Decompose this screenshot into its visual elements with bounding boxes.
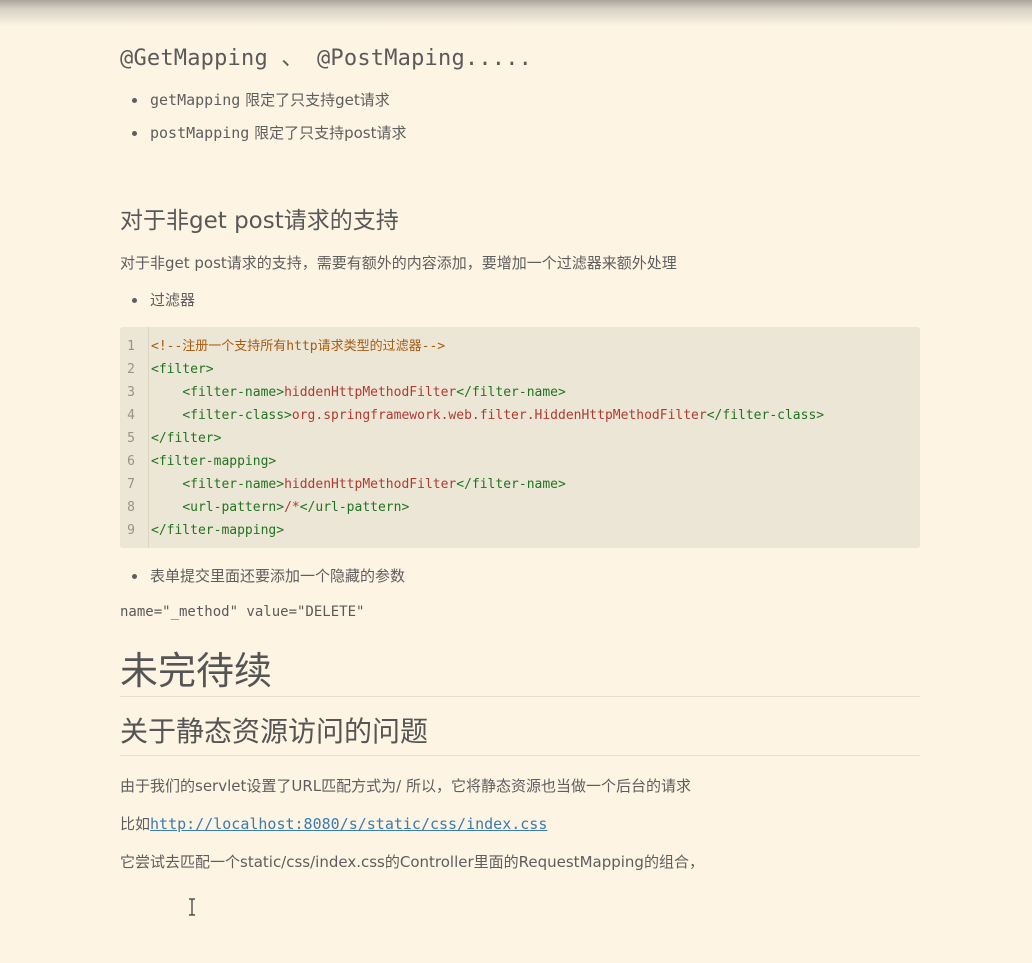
example-paragraph: 比如http://localhost:8080/s/static/css/ind…: [120, 813, 547, 834]
code-token: </filter-mapping>: [151, 523, 285, 538]
line-number: 8: [127, 500, 135, 515]
code-token: </url-pattern>: [299, 500, 410, 515]
code-line: 8 <url-pattern>/*</url-pattern>: [120, 496, 920, 519]
code-token: <filter-class>: [182, 408, 292, 423]
line-number: 4: [127, 408, 135, 423]
code-line: 2 <filter>: [120, 358, 920, 381]
code-token: </filter-name>: [456, 385, 566, 400]
code-line: 4 <filter-class>org.springframework.web.…: [120, 404, 920, 427]
code-token: hiddenHttpMethodFilter: [284, 477, 457, 492]
code-block[interactable]: 1 <!--注册一个支持所有http请求类型的过滤器--> 2 <filter> 3 <…: [120, 327, 920, 548]
inline-code: postMapping: [150, 124, 250, 142]
code-token: <!--注册一个支持所有http请求类型的过滤器-->: [151, 339, 446, 354]
code-line: 1 <!--注册一个支持所有http请求类型的过滤器-->: [120, 335, 920, 358]
line-number: 9: [127, 523, 135, 538]
list-item: 表单提交里面还要添加一个隐藏的参数: [120, 565, 405, 598]
code-token: hiddenHttpMethodFilter: [284, 385, 457, 400]
heading-divider: [120, 696, 920, 697]
list-item: postMapping 限定了只支持post请求: [120, 122, 407, 155]
heading-divider: [120, 755, 920, 756]
list-item-text: 限定了只支持get请求: [240, 91, 390, 109]
code-line: 7 <filter-name>hiddenHttpMethodFilter</f…: [120, 473, 920, 496]
list-item-text: 限定了只支持post请求: [249, 124, 407, 142]
code-token: <filter-mapping>: [151, 454, 277, 469]
line-number: 1: [127, 339, 135, 354]
code-token: </filter-name>: [456, 477, 566, 492]
hidden-param-list: 表单提交里面还要添加一个隐藏的参数: [120, 565, 405, 598]
servlet-paragraph: 由于我们的servlet设置了URL匹配方式为/ 所以，它将静态资源也当做一个后…: [120, 777, 691, 795]
code-token: <url-pattern>: [182, 500, 285, 515]
code-line: 5 </filter>: [120, 427, 920, 450]
method-param-code: name="_method" value="DELETE": [120, 604, 365, 620]
code-token: </filter-class>: [706, 408, 825, 423]
line-number: 6: [127, 454, 135, 469]
tbc-heading: 未完待续: [120, 649, 273, 693]
line-number: 2: [127, 362, 135, 377]
mapping-heading: @GetMapping 、 @PostMaping.....: [120, 46, 533, 71]
code-line: 6 <filter-mapping>: [120, 450, 920, 473]
example-prefix: 比如: [120, 815, 151, 833]
inline-code: getMapping: [150, 91, 241, 109]
code-token: <filter>: [151, 362, 214, 377]
list-item: getMapping 限定了只支持get请求: [120, 89, 407, 122]
line-number: 3: [127, 385, 135, 400]
window-top-shadow: [0, 0, 1032, 26]
line-number: 5: [127, 431, 135, 446]
mapping-list: getMapping 限定了只支持get请求 postMapping 限定了只支…: [120, 89, 407, 155]
static-heading: 关于静态资源访问的问题: [120, 715, 429, 748]
list-item: 过滤器: [120, 289, 195, 322]
code-token: <filter-name>: [182, 385, 285, 400]
controller-paragraph: 它尝试去匹配一个static/css/index.css的Controller里…: [120, 853, 704, 871]
text-cursor-icon: [188, 898, 196, 916]
code-token: </filter>: [151, 431, 222, 446]
filter-list: 过滤器: [120, 289, 195, 322]
nonget-heading: 对于非get post请求的支持: [120, 208, 399, 234]
nonget-paragraph: 对于非get post请求的支持，需要有额外的内容添加，要增加一个过滤器来额外处…: [120, 254, 677, 272]
line-number: 7: [127, 477, 135, 492]
code-token: org.springframework.web.filter.HiddenHtt…: [291, 408, 707, 423]
example-link[interactable]: http://localhost:8080/s/static/css/index…: [150, 815, 547, 833]
code-token: /*: [284, 500, 300, 515]
code-line: 9 </filter-mapping>: [120, 519, 920, 542]
code-token: <filter-name>: [182, 477, 285, 492]
code-line: 3 <filter-name>hiddenHttpMethodFilter</f…: [120, 381, 920, 404]
